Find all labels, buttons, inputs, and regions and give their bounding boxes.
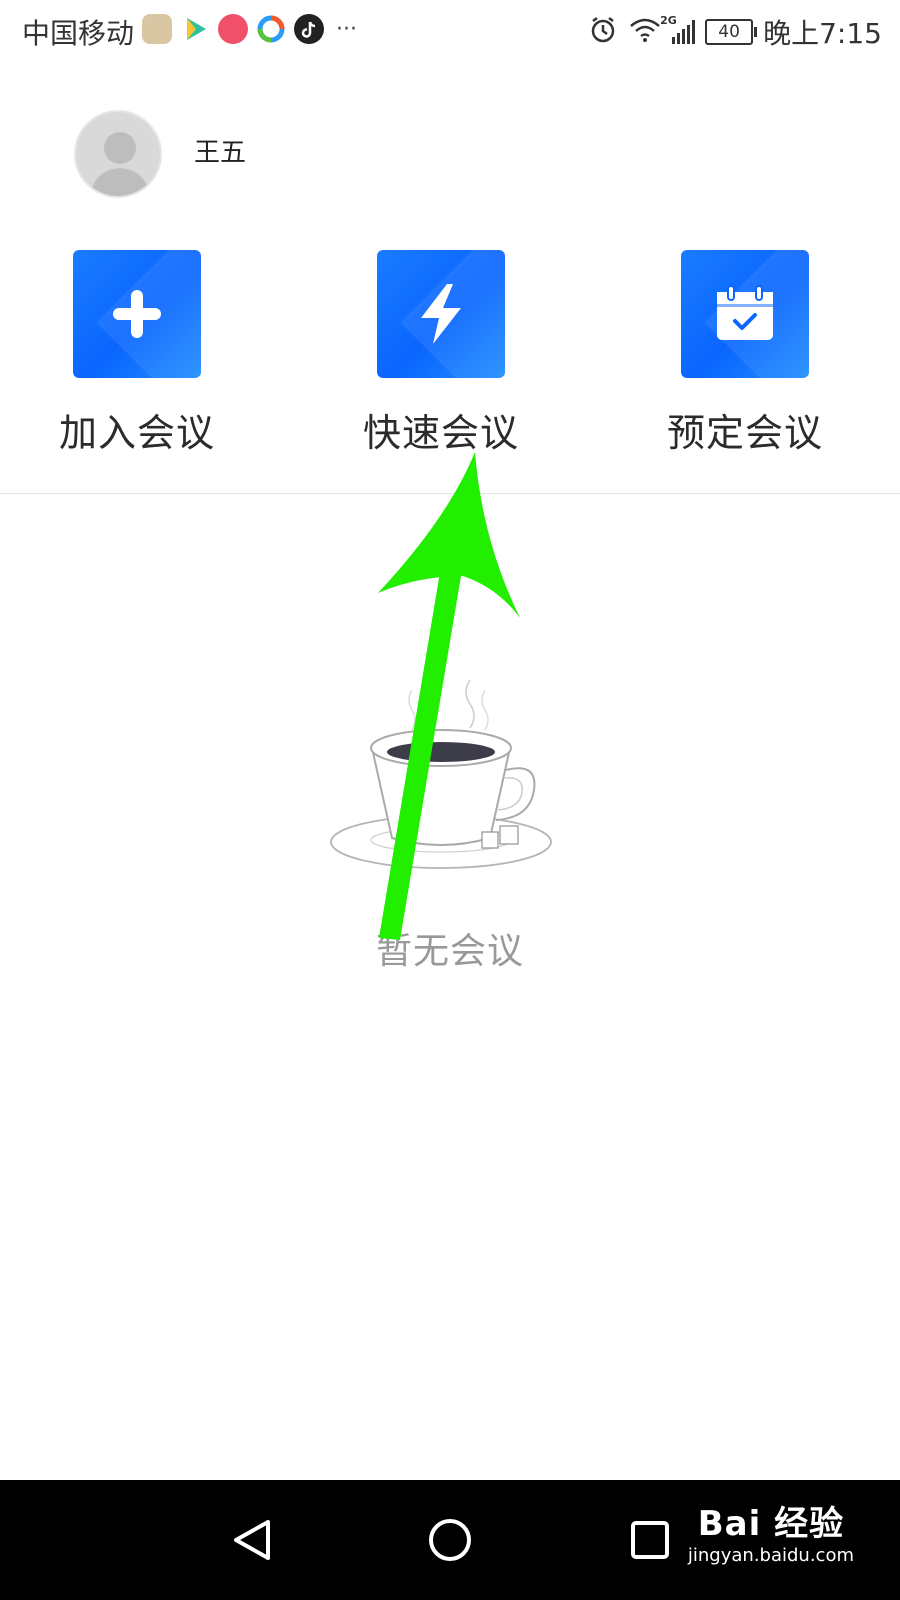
plus-icon [113, 290, 161, 338]
battery-indicator: 40 [705, 19, 758, 45]
system-status: 2G 40 晚上7:15 [588, 12, 882, 52]
home-button[interactable] [410, 1500, 490, 1580]
back-triangle-icon [234, 1520, 270, 1560]
gallery-app-icon [142, 14, 172, 44]
watermark-logo: Bai 经验 [697, 1504, 845, 1544]
join-meeting-button[interactable]: 加入会议 [37, 250, 237, 457]
schedule-meeting-label: 预定会议 [666, 411, 823, 455]
video-app-icon [180, 14, 210, 44]
watermark-url: jingyan.baidu.com [687, 1545, 854, 1566]
schedule-meeting-tile[interactable] [681, 250, 809, 378]
quick-meeting-button[interactable]: 快速会议 [341, 250, 541, 457]
cell-signal-icon: 2G [660, 14, 696, 44]
quick-meeting-label: 快速会议 [362, 411, 519, 455]
carrier-name: 中国移动 [22, 17, 135, 50]
recents-square-icon [631, 1521, 669, 1559]
clock: 晚上7:15 [763, 17, 882, 50]
person-silhouette-icon [90, 132, 150, 196]
avatar[interactable] [74, 110, 162, 198]
baidu-jingyan-watermark: Bai 经验 jingyan.baidu.com [688, 1496, 854, 1566]
section-divider [0, 493, 900, 494]
camera-app-icon [218, 14, 248, 44]
more-notifications-icon: ··· [336, 16, 357, 42]
schedule-meeting-button[interactable]: 预定会议 [645, 250, 845, 457]
alarm-icon [588, 15, 618, 49]
calendar-check-icon [717, 285, 773, 340]
wifi-icon [628, 16, 662, 48]
quick-meeting-tile[interactable] [377, 250, 505, 378]
user-name[interactable]: 王五 [194, 132, 246, 169]
coffee-cup-illustration [330, 679, 552, 869]
home-circle-icon [429, 1519, 471, 1561]
browser-app-icon [256, 14, 286, 44]
lightning-icon [421, 284, 461, 344]
back-button[interactable] [210, 1500, 290, 1580]
tiktok-app-icon [294, 14, 324, 44]
recents-button[interactable] [610, 1500, 690, 1580]
join-meeting-label: 加入会议 [58, 411, 215, 455]
empty-state-text: 暂无会议 [375, 931, 524, 972]
join-meeting-tile[interactable] [73, 250, 201, 378]
status-bar: 中国移动 ··· 2G 40 晚上7:15 [0, 0, 900, 64]
system-nav-bar: Bai 经验 jingyan.baidu.com [0, 1480, 900, 1600]
notification-icons: ··· [142, 14, 357, 44]
network-type-label: 2G [660, 14, 677, 27]
